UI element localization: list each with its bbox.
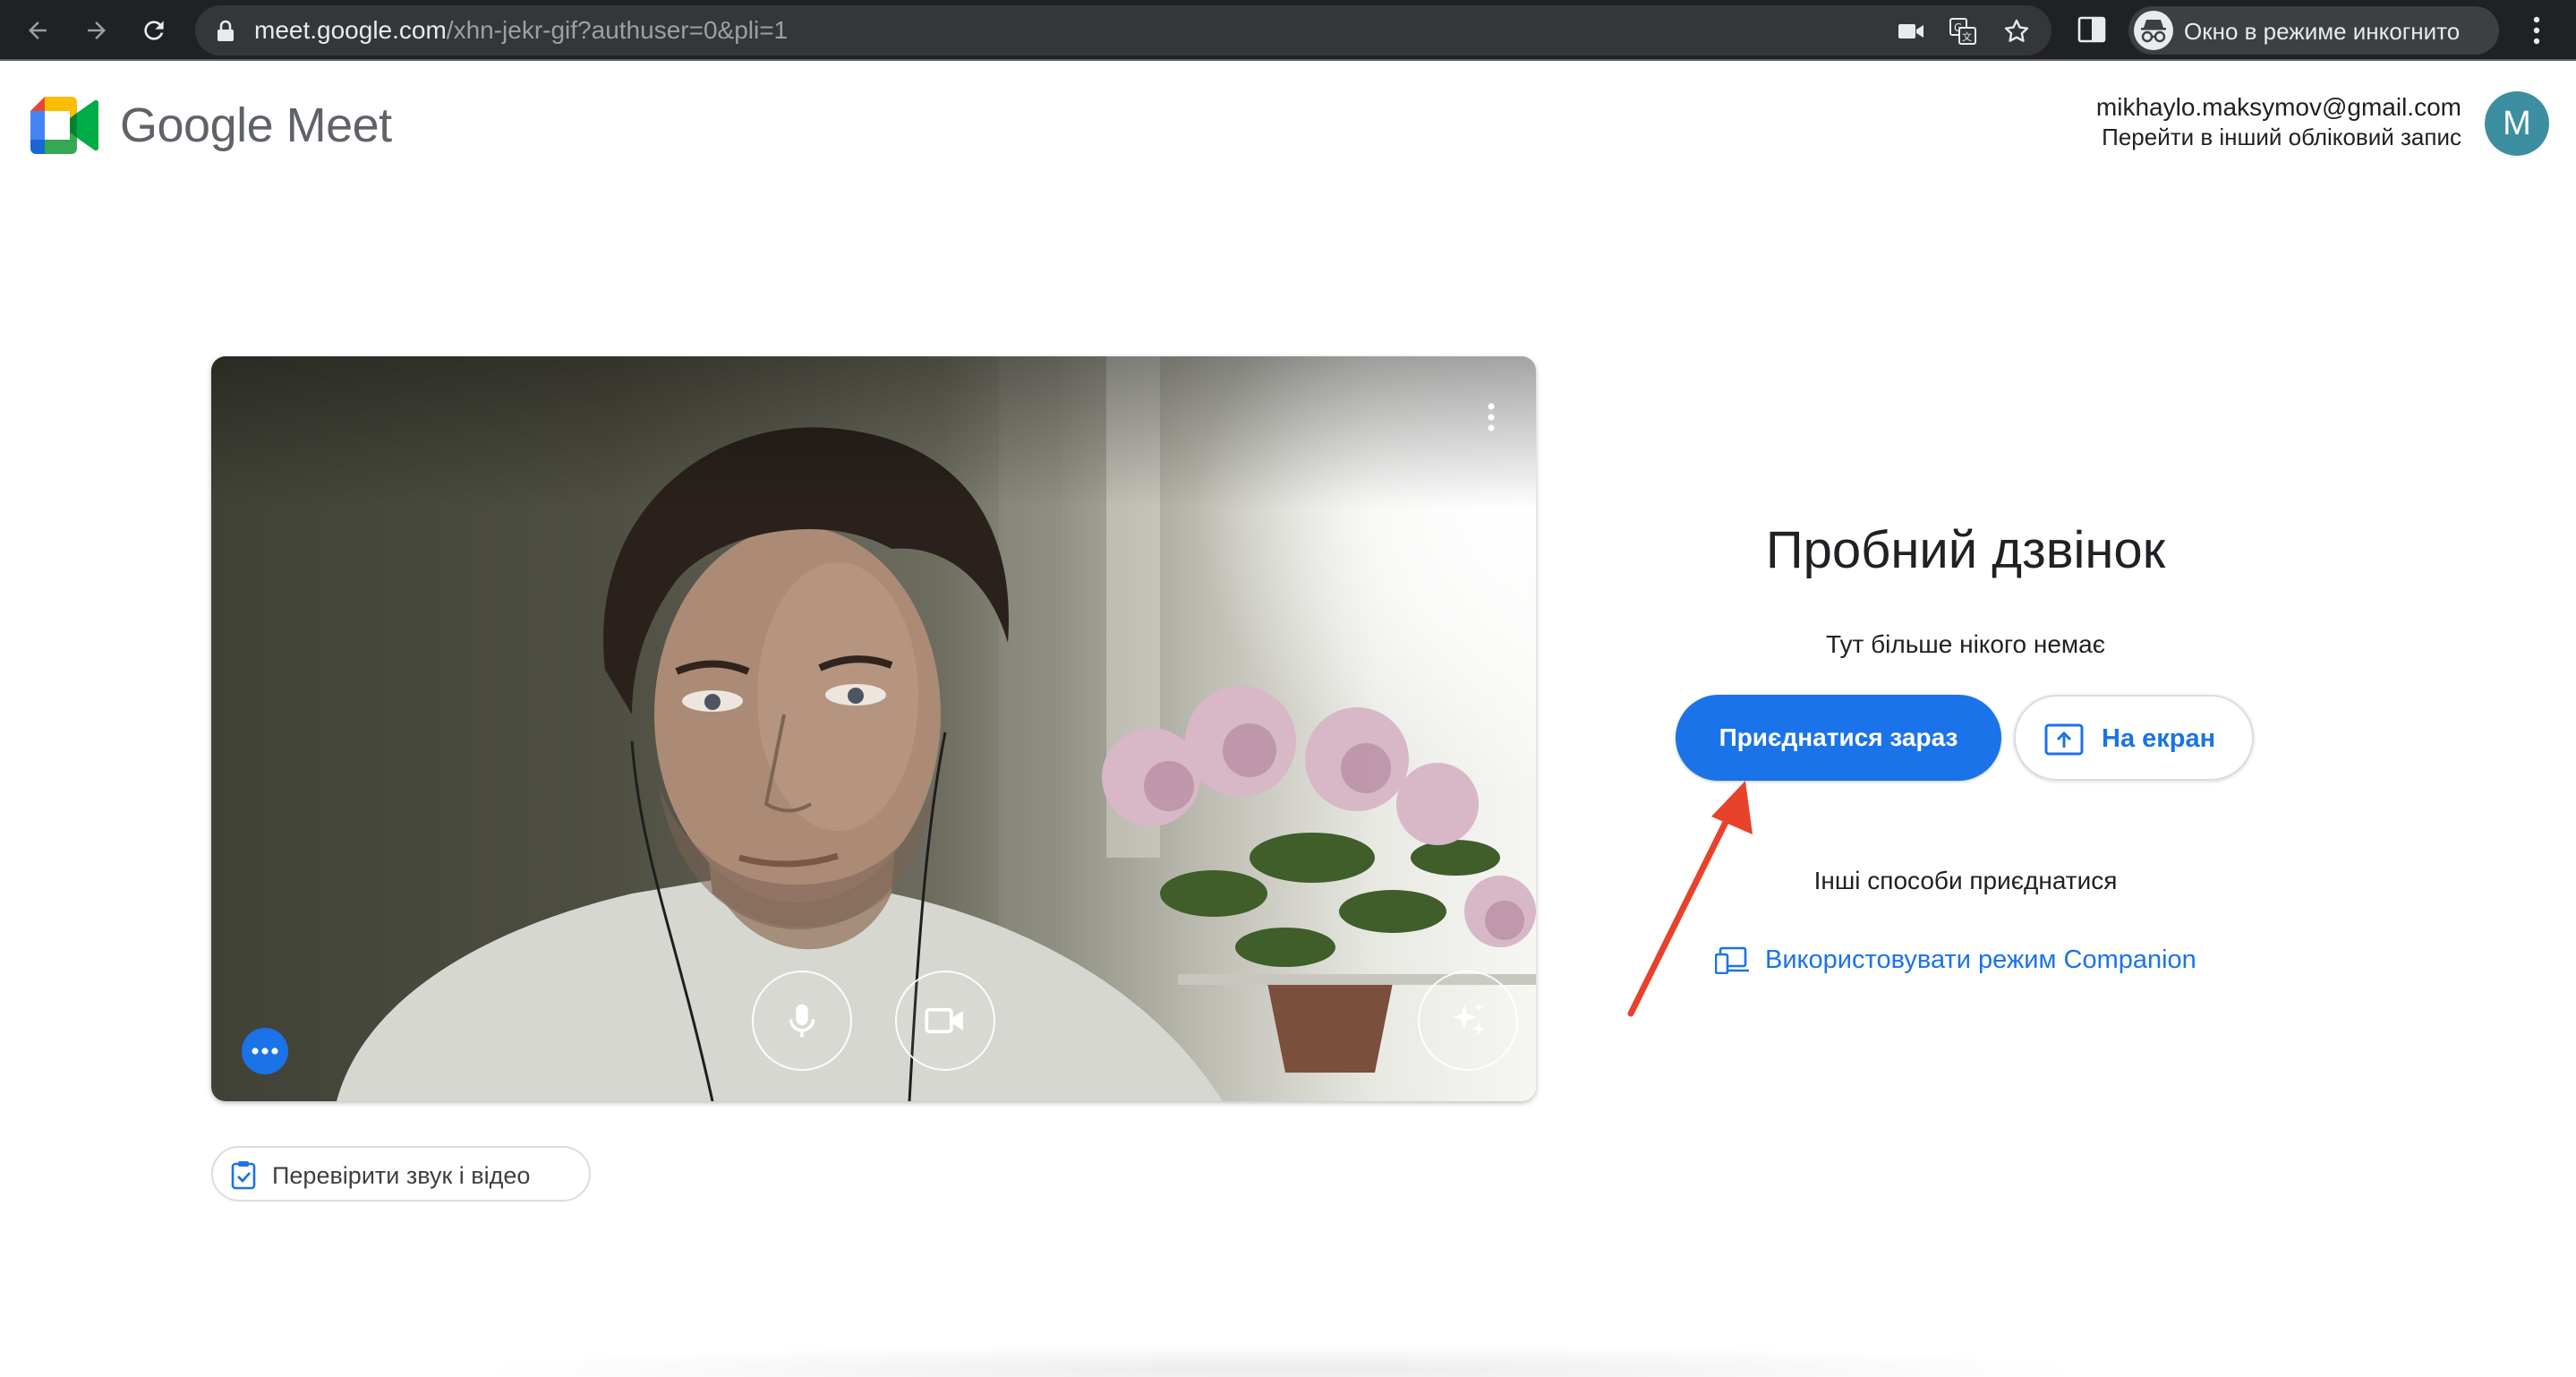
present-button[interactable]: На екран (2014, 695, 2254, 781)
translate-icon[interactable]: G文 (1948, 16, 1978, 47)
svg-text:文: 文 (1962, 30, 1972, 43)
product-wordmark: Google Meet (120, 98, 392, 152)
visual-effects-icon (1452, 1003, 1485, 1035)
star-icon[interactable] (2001, 16, 2032, 47)
annotation-arrow-icon (1627, 781, 1753, 1017)
clipboard-check-icon (231, 1161, 256, 1190)
video-top-gradient (211, 356, 1536, 509)
present-to-all-icon (2044, 723, 2084, 756)
more-vert-icon[interactable] (2526, 13, 2547, 48)
incognito-indicator[interactable]: Окно в режиме инкогнито (2128, 6, 2499, 55)
meeting-title: Пробний дзвінок (1765, 521, 2166, 579)
microphone-icon (789, 1004, 815, 1038)
google-meet-logo-icon[interactable] (30, 97, 98, 154)
avatar[interactable]: M (2485, 91, 2549, 156)
forward-arrow-icon[interactable] (77, 11, 116, 50)
check-audio-video-label: Перевірити звук і відео (272, 1162, 531, 1189)
more-horiz-icon (252, 1048, 278, 1055)
companion-mode-link[interactable]: Використовувати режим Companion (1715, 942, 2216, 978)
back-arrow-icon[interactable] (18, 11, 57, 50)
incognito-label: Окно в режиме инкогнито (2184, 18, 2461, 45)
more-options-icon[interactable] (1480, 399, 1502, 435)
present-label: На екран (2102, 724, 2216, 753)
switch-account-link[interactable]: Перейти в інший обліковий запис (2102, 124, 2461, 151)
camera-icon (925, 1007, 963, 1034)
more-video-options-button[interactable] (242, 1028, 288, 1074)
browser-toolbar: meet.google.com/xhn-jekr-gif?authuser=0&… (0, 0, 2576, 61)
lock-icon[interactable] (215, 20, 236, 43)
side-panel-icon[interactable] (2077, 14, 2107, 45)
url-host: meet.google.com (254, 16, 447, 44)
companion-mode-label: Використовувати режим Companion (1765, 945, 2196, 974)
self-video-preview (211, 356, 1536, 1101)
address-bar[interactable]: meet.google.com/xhn-jekr-gif?authuser=0&… (195, 5, 2051, 56)
camera-icon[interactable] (1896, 16, 1926, 47)
visual-effects-button[interactable] (1418, 971, 1518, 1071)
url-path: /xhn-jekr-gif?authuser=0&pli=1 (446, 16, 789, 44)
account-email: mikhaylo.maksymov@gmail.com (2095, 93, 2461, 121)
page: meet.google.com/xhn-jekr-gif?authuser=0&… (0, 0, 2576, 1377)
microphone-toggle-button[interactable] (752, 971, 852, 1071)
reload-icon[interactable] (134, 11, 174, 50)
check-audio-video-button[interactable]: Перевірити звук і відео (211, 1146, 591, 1202)
bottom-sheet-shadow (465, 1343, 2094, 1377)
url-text[interactable]: meet.google.com/xhn-jekr-gif?authuser=0&… (254, 17, 788, 44)
participants-status: Тут більше нікого немає (1825, 630, 2106, 658)
camera-toggle-button[interactable] (895, 971, 995, 1071)
incognito-icon (2134, 11, 2173, 50)
